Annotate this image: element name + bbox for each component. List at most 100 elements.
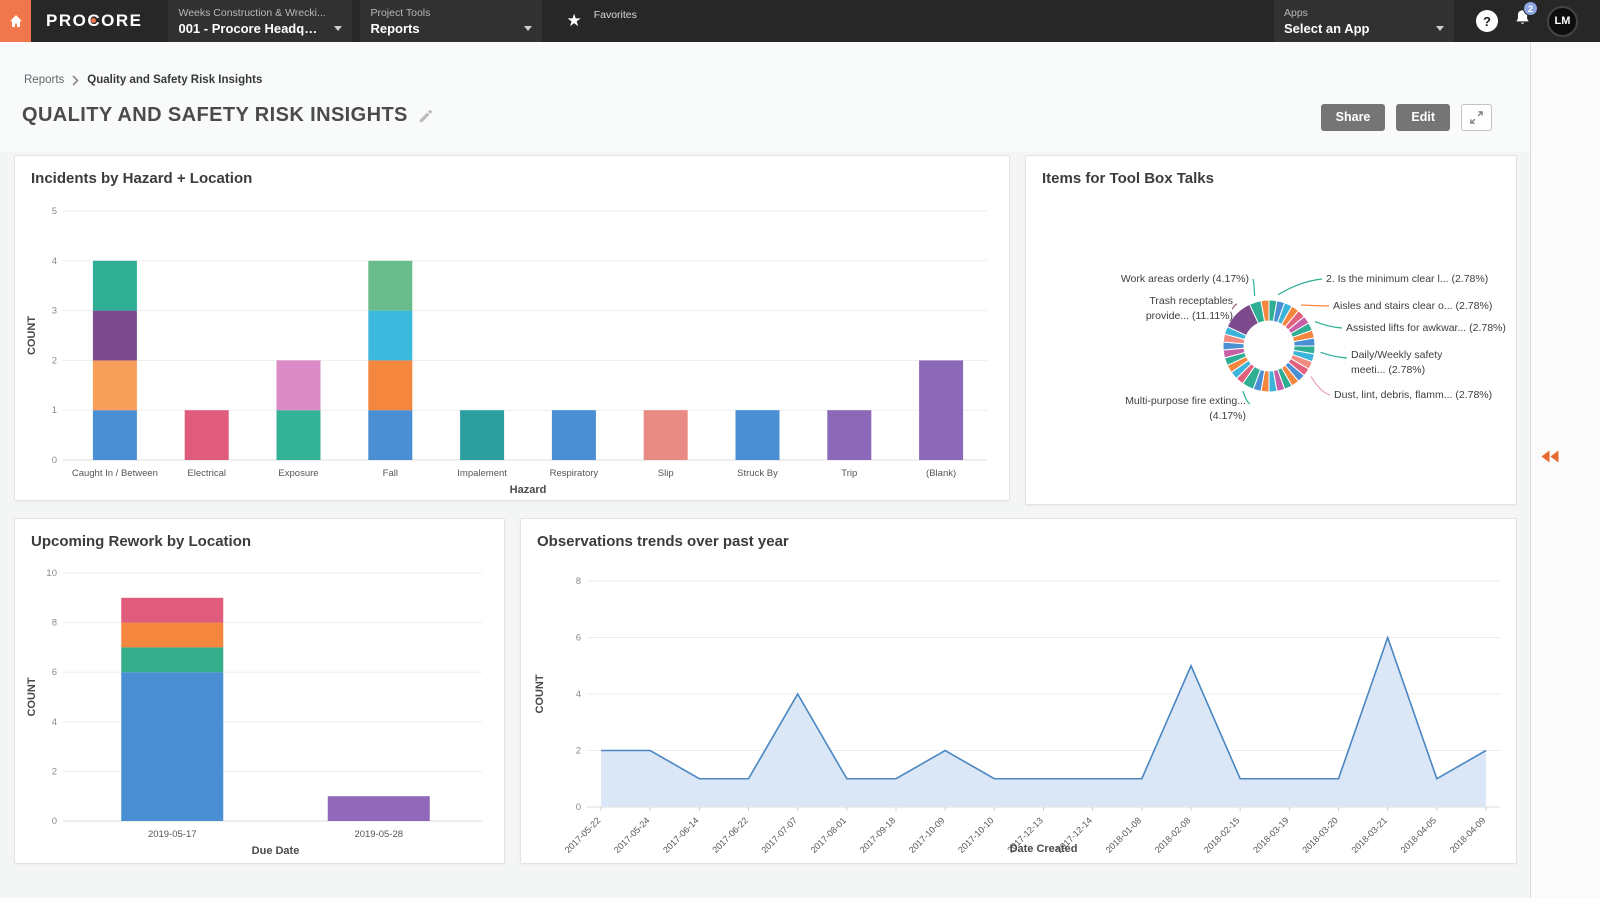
svg-text:Impalement: Impalement: [457, 468, 507, 479]
upcoming-rework-card: Upcoming Rework by Location 0 2 4 6 8 10 COUNT…: [14, 518, 505, 864]
edit-button[interactable]: Edit: [1396, 104, 1450, 131]
breadcrumb-reports-link[interactable]: Reports: [24, 74, 64, 86]
apps-value: Select an App: [1284, 20, 1369, 37]
svg-text:(Blank): (Blank): [926, 468, 956, 479]
svg-text:2018-04-09: 2018-04-09: [1448, 815, 1488, 855]
svg-text:2017-05-22: 2017-05-22: [563, 815, 603, 855]
donut-callout-label: 2. Is the minimum clear l... (2.78%): [1326, 272, 1488, 287]
svg-text:COUNT: COUNT: [26, 316, 38, 355]
svg-text:4: 4: [52, 256, 57, 267]
company-name: Weeks Construction & Wrecki...: [178, 6, 342, 20]
expand-icon: [1469, 110, 1484, 125]
chart-title: Upcoming Rework by Location: [15, 519, 504, 552]
svg-text:6: 6: [576, 633, 581, 644]
rework-bar-chart[interactable]: 0 2 4 6 8 10 COUNT 2019-05-17 2019-05-28 Due Date: [25, 557, 496, 862]
svg-text:2017-09-18: 2017-09-18: [858, 815, 898, 855]
svg-text:Struck By: Struck By: [737, 468, 778, 479]
svg-text:2018-04-05: 2018-04-05: [1399, 815, 1439, 855]
fullscreen-button[interactable]: [1461, 104, 1492, 131]
svg-text:Respiratory: Respiratory: [550, 468, 599, 479]
svg-text:8: 8: [576, 576, 581, 587]
svg-text:4: 4: [52, 717, 57, 728]
svg-text:2: 2: [576, 746, 581, 757]
svg-text:2018-01-08: 2018-01-08: [1104, 815, 1144, 855]
svg-text:Slip: Slip: [658, 468, 674, 479]
donut-callout-label: Dust, lint, debris, flamm... (2.78%): [1334, 388, 1492, 403]
donut-callout-label: Work areas orderly (4.17%): [1121, 272, 1249, 287]
donut-callout-label: Assisted lifts for awkwar... (2.78%): [1346, 321, 1506, 336]
favorites-menu[interactable]: ★ Favorites: [566, 0, 636, 42]
chart-title: Observations trends over past year: [521, 519, 1516, 552]
svg-text:2: 2: [52, 355, 57, 366]
svg-text:5: 5: [52, 206, 57, 217]
chevron-down-icon: [1436, 26, 1444, 31]
svg-text:2018-03-21: 2018-03-21: [1349, 815, 1389, 855]
toolbox-talks-card: Items for Tool Box Talks Work areas orde…: [1025, 155, 1517, 505]
apps-selector[interactable]: Apps Select an App: [1274, 0, 1454, 42]
help-icon[interactable]: ?: [1476, 10, 1498, 32]
svg-text:Date Created: Date Created: [1010, 843, 1078, 855]
right-rail: [1530, 42, 1600, 898]
donut-callout-label: Daily/Weekly safety meeti... (2.78%): [1351, 348, 1476, 377]
star-icon[interactable]: ★: [566, 6, 581, 36]
edit-title-pencil-icon[interactable]: [418, 108, 433, 123]
svg-text:2017-10-09: 2017-10-09: [907, 815, 947, 855]
collapse-panel-icon[interactable]: [1541, 450, 1559, 463]
breadcrumb: Reports Quality and Safety Risk Insights: [24, 74, 262, 86]
svg-text:8: 8: [52, 618, 57, 629]
svg-text:10: 10: [46, 568, 57, 579]
donut-callout-label: Trash receptables provide... (11.11%): [1121, 294, 1233, 323]
notification-count-badge: 2: [1523, 1, 1538, 16]
svg-text:1: 1: [52, 405, 57, 416]
notifications-button[interactable]: 2: [1514, 9, 1531, 33]
svg-text:0: 0: [52, 455, 57, 466]
share-button[interactable]: Share: [1321, 104, 1386, 131]
svg-text:Fall: Fall: [383, 468, 398, 479]
svg-text:2018-03-19: 2018-03-19: [1251, 815, 1291, 855]
svg-text:2019-05-17: 2019-05-17: [148, 829, 197, 840]
svg-text:4: 4: [576, 689, 581, 700]
user-avatar[interactable]: LM: [1547, 6, 1578, 37]
chart-title: Incidents by Hazard + Location: [15, 156, 1009, 189]
svg-text:Caught In / Between: Caught In / Between: [72, 468, 158, 479]
svg-text:Due Date: Due Date: [252, 845, 300, 857]
svg-text:2017-06-14: 2017-06-14: [661, 815, 701, 855]
apps-label: Apps: [1284, 6, 1444, 20]
observations_trend-svg: 0 2 4 6 8 COUNT 2017-05-222017-05-242017-06-14…: [531, 557, 1508, 857]
upcoming_rework-svg: 0 2 4 6 8 10 COUNT 2019-05-17 2019-05-28 Due Date: [25, 557, 496, 857]
svg-text:6: 6: [52, 667, 57, 678]
tools-value: Reports: [370, 20, 419, 37]
svg-text:2018-02-08: 2018-02-08: [1153, 815, 1193, 855]
donut-callout-label: Aisles and stairs clear o... (2.78%): [1333, 299, 1492, 314]
svg-text:2017-08-01: 2017-08-01: [809, 815, 849, 855]
svg-text:COUNT: COUNT: [26, 677, 38, 716]
project-name: 001 - Procore Headquart...: [178, 20, 324, 37]
svg-text:3: 3: [52, 306, 57, 317]
breadcrumb-current: Quality and Safety Risk Insights: [87, 74, 262, 86]
svg-text:2: 2: [52, 766, 57, 777]
home-icon: [8, 13, 24, 29]
donut-callout-label: Multi-purpose fire exting... (4.17%): [1121, 394, 1246, 423]
svg-text:2017-05-24: 2017-05-24: [612, 815, 652, 855]
incidents-by-hazard-card: Incidents by Hazard + Location 0 1 2 3 4 5 COU…: [14, 155, 1010, 501]
company-project-selector[interactable]: Weeks Construction & Wrecki... 001 - Pro…: [168, 0, 352, 42]
incidents_by_hazard-svg: 0 1 2 3 4 5 COUNT Caught In / Between Electrical…: [25, 194, 1001, 494]
tools-label: Project Tools: [370, 6, 532, 20]
svg-text:2019-05-28: 2019-05-28: [354, 829, 403, 840]
svg-text:2018-03-20: 2018-03-20: [1300, 815, 1340, 855]
svg-text:2017-10-10: 2017-10-10: [956, 815, 996, 855]
page-header: Reports Quality and Safety Risk Insights…: [0, 42, 1530, 152]
project-tools-selector[interactable]: Project Tools Reports: [360, 0, 542, 42]
incidents-bar-chart[interactable]: 0 1 2 3 4 5 COUNT Caught In / Between Electrical…: [25, 194, 1001, 499]
svg-text:0: 0: [576, 802, 581, 813]
svg-text:Electrical: Electrical: [187, 468, 226, 479]
svg-text:0: 0: [52, 816, 57, 827]
chevron-right-icon: [72, 75, 79, 86]
svg-text:COUNT: COUNT: [534, 674, 546, 713]
favorites-label: Favorites: [594, 6, 637, 21]
observations-area-chart[interactable]: 0 2 4 6 8 COUNT 2017-05-222017-05-242017-06-14…: [531, 557, 1508, 862]
home-button[interactable]: [0, 0, 31, 42]
toolbox-donut-chart[interactable]: Work areas orderly (4.17%) Trash receptab…: [1026, 156, 1518, 506]
svg-text:2017-06-22: 2017-06-22: [710, 815, 750, 855]
chevron-down-icon: [524, 26, 532, 31]
